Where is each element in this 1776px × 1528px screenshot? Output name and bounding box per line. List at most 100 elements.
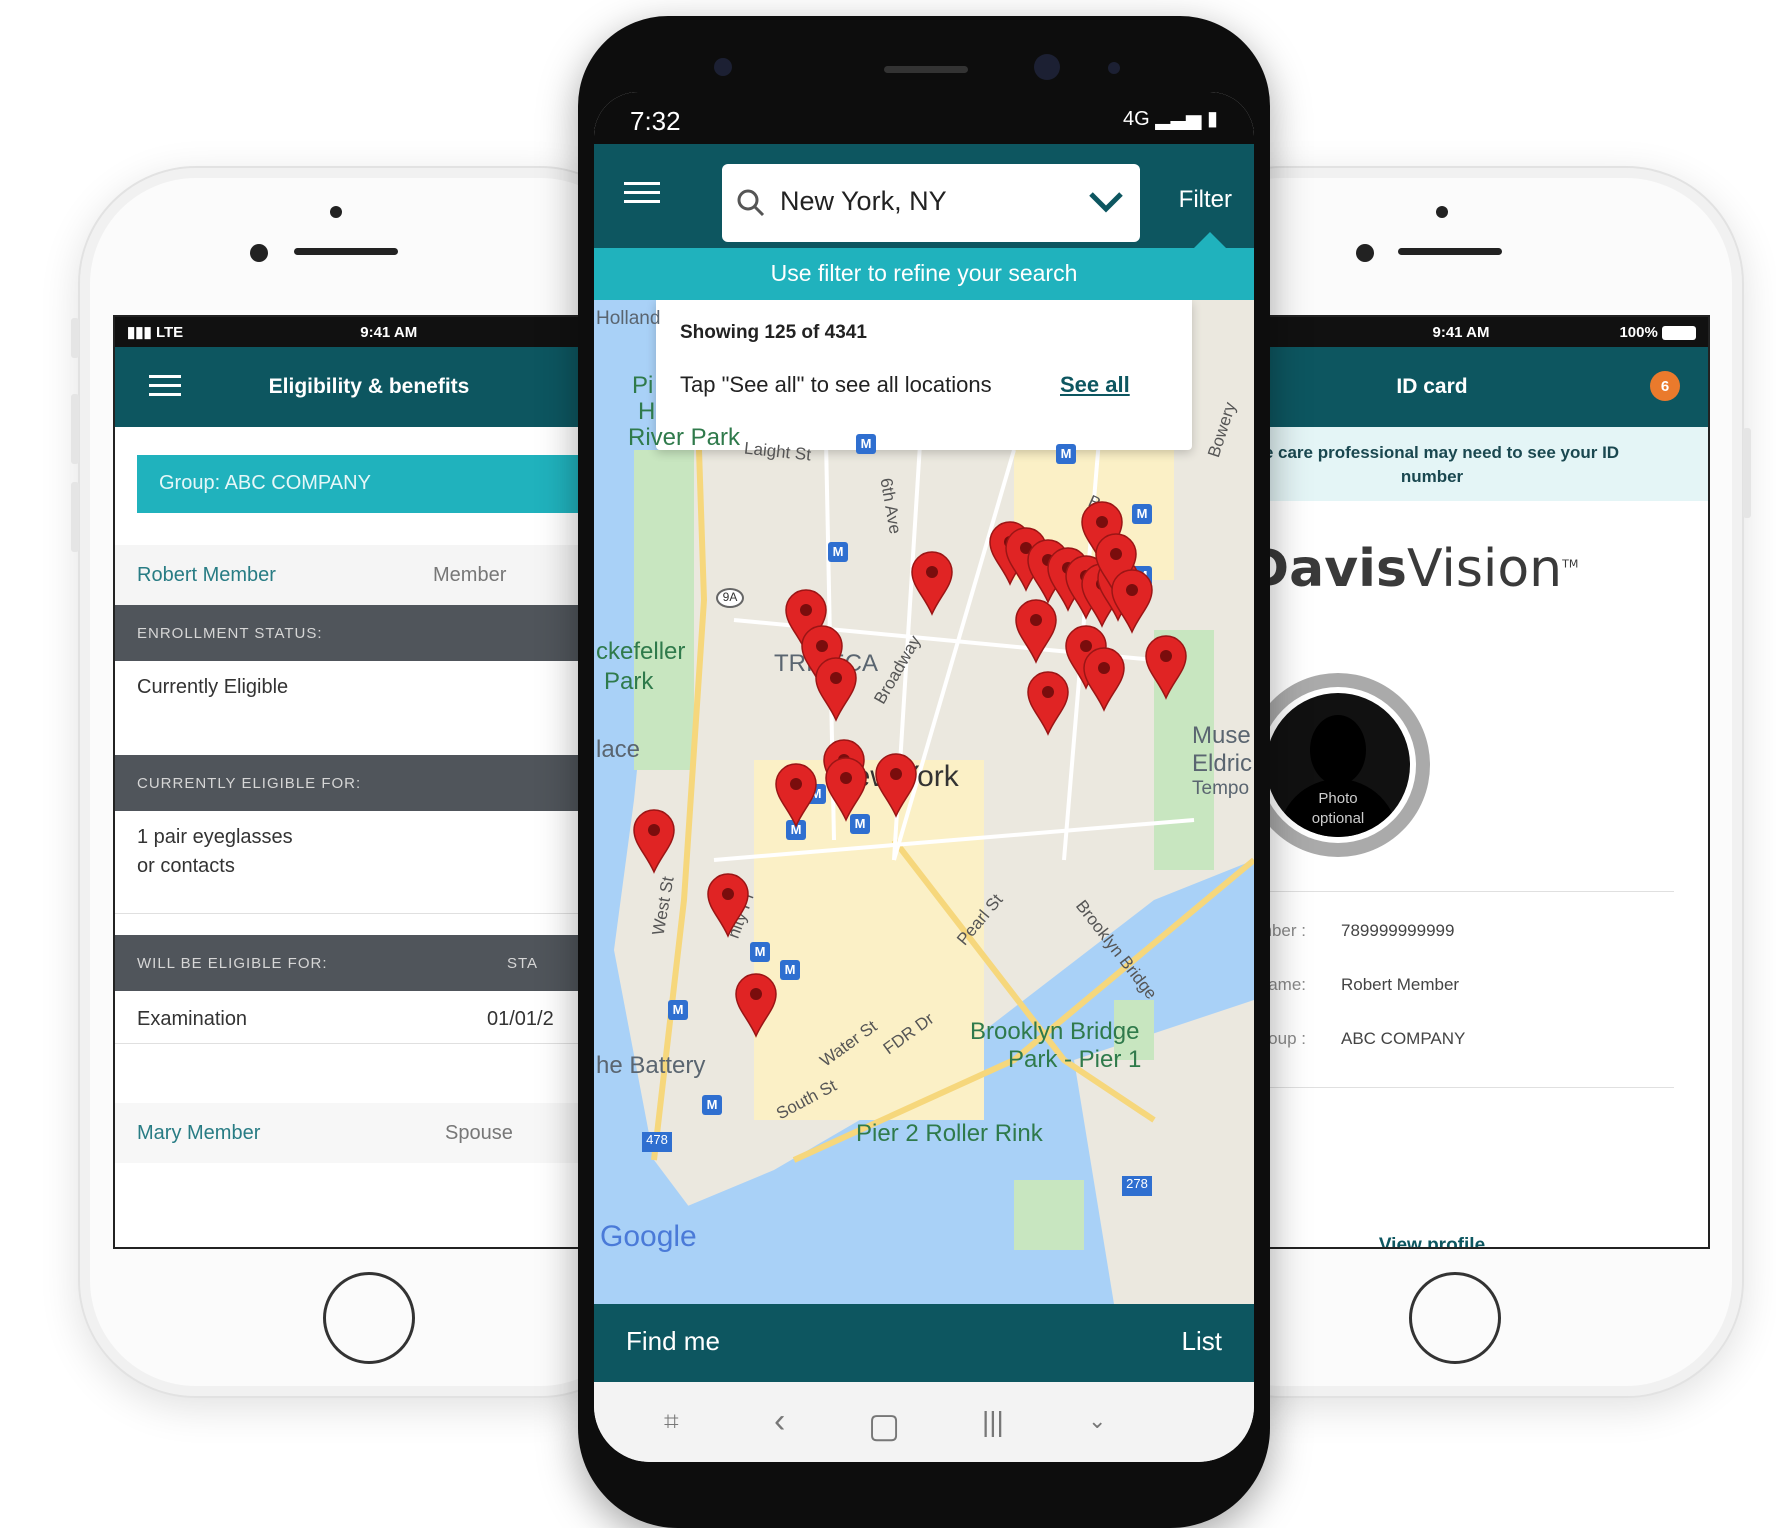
see-all-hint: Tap "See all" to see all locations <box>680 372 992 397</box>
location-pin-icon[interactable] <box>910 550 954 616</box>
member-name: Robert Member <box>137 563 276 586</box>
logo-trademark: TM <box>1562 557 1579 571</box>
subway-station-icon[interactable]: M <box>1056 444 1076 464</box>
mute-switch <box>71 318 79 358</box>
notification-badge[interactable]: 6 <box>1650 371 1680 401</box>
location-pin-icon[interactable] <box>824 756 868 822</box>
will-be-eligible-date: 01/01/2 <box>487 1008 554 1030</box>
map-label: Brooklyn Bridge <box>970 1018 1140 1045</box>
see-all-link[interactable]: See all <box>1060 372 1130 398</box>
find-me-button[interactable]: Find me <box>626 1326 720 1357</box>
power-button <box>1743 428 1751 518</box>
map-label: ckefeller <box>596 638 686 665</box>
location-pin-icon[interactable] <box>1014 598 1058 664</box>
location-pin-icon[interactable] <box>706 872 750 938</box>
member-row[interactable]: Robert Member Member <box>115 545 623 605</box>
home-button[interactable] <box>1409 1272 1501 1364</box>
location-pin-icon[interactable] <box>814 656 858 722</box>
hide-keyboard-icon[interactable]: ⌄ <box>1088 1408 1106 1434</box>
earpiece-speaker <box>1398 248 1502 255</box>
filter-button[interactable]: Filter <box>1179 186 1232 214</box>
subway-station-icon[interactable]: M <box>668 1000 688 1020</box>
member-role: Spouse <box>445 1121 513 1144</box>
group-value: ABC COMPANY <box>1341 1029 1466 1048</box>
map-label: Pier 2 Roller Rink <box>856 1120 1043 1147</box>
location-pin-icon[interactable] <box>1110 568 1154 634</box>
subway-station-icon[interactable]: M <box>702 1095 722 1115</box>
back-icon[interactable]: ‹ <box>774 1402 785 1441</box>
location-pin-icon[interactable] <box>874 752 918 818</box>
volume-down-button <box>71 482 79 552</box>
will-be-eligible-header: WILL BE ELIGIBLE FOR: STA <box>115 935 623 991</box>
map-label: lace <box>596 736 641 763</box>
logo-wordmark: DavisVisionTM <box>1246 539 1578 599</box>
enrollment-status-header: ENROLLMENT STATUS: <box>115 605 623 661</box>
battery-percent: 100% <box>1619 323 1658 341</box>
hamburger-menu-icon[interactable] <box>624 182 660 204</box>
group-banner: Group: ABC COMPANY <box>137 455 623 513</box>
map-label: Pi <box>632 372 654 399</box>
front-camera <box>1356 244 1374 262</box>
battery-icon <box>1662 325 1696 340</box>
member-role: Member <box>433 563 507 586</box>
location-pin-icon[interactable] <box>1082 646 1126 712</box>
subway-station-icon[interactable]: M <box>828 542 848 562</box>
route-278-shield: 278 <box>1122 1176 1152 1196</box>
subway-station-icon[interactable]: M <box>750 942 770 962</box>
left-screen: ▮▮▮ LTE 9:41 AM 10 Eligibility & benefit… <box>113 315 625 1249</box>
map-label: he Battery <box>596 1052 706 1079</box>
route-478-shield: 478 <box>642 1132 672 1152</box>
map-label: Park <box>604 668 654 695</box>
person-silhouette-icon: Photo optional <box>1266 693 1410 837</box>
photo-label: Photo <box>1318 790 1358 807</box>
enrollment-status-value: Currently Eligible <box>137 676 289 698</box>
member-row[interactable]: Mary Member Spouse <box>115 1103 623 1163</box>
location-pin-icon[interactable] <box>774 762 818 828</box>
chevron-down-icon[interactable] <box>1088 190 1124 214</box>
recents-icon[interactable]: ||| <box>982 1406 1004 1438</box>
location-pin-icon[interactable] <box>1144 634 1188 700</box>
iris-scanner <box>1034 54 1060 80</box>
subway-station-icon[interactable]: M <box>780 960 800 980</box>
network-label: LTE <box>155 324 184 341</box>
logo-vision: Vision <box>1406 539 1563 599</box>
will-be-eligible-label: WILL BE ELIGIBLE FOR: <box>137 955 328 972</box>
location-pin-icon[interactable] <box>632 808 676 874</box>
eligible-line-1: 1 pair eyeglasses <box>137 826 293 848</box>
location-search-input[interactable]: New York, NY <box>722 164 1140 242</box>
location-pin-icon[interactable] <box>1026 670 1070 736</box>
map-label: Muse <box>1192 722 1251 749</box>
avatar[interactable]: Photo optional <box>1246 673 1430 857</box>
hamburger-menu-icon[interactable] <box>149 375 181 397</box>
network-label: 4G <box>1123 108 1150 130</box>
signal-icon: ▮▮▮ <box>127 324 156 341</box>
status-time: 9:41 AM <box>360 323 418 341</box>
status-icons: 4G ▂▃▅ ▮ <box>1123 106 1218 131</box>
list-button[interactable]: List <box>1182 1326 1222 1357</box>
proximity-sensor <box>330 206 342 218</box>
page-title: ID card <box>1396 375 1468 398</box>
subway-station-icon[interactable]: M <box>1132 504 1152 524</box>
subway-station-icon[interactable]: M <box>856 434 876 454</box>
map-view[interactable]: Showing 125 of 4341 Tap "See all" to see… <box>594 300 1254 1304</box>
results-count: Showing 125 of 4341 <box>680 322 867 343</box>
location-pin-icon[interactable] <box>734 972 778 1038</box>
battery-icon: ▮ <box>1206 108 1218 130</box>
earpiece-speaker <box>294 248 398 255</box>
member-name: Mary Member <box>137 1121 261 1144</box>
map-label: Eldric <box>1192 750 1253 777</box>
page-title: Eligibility & benefits <box>268 375 470 398</box>
optional-label: optional <box>1311 810 1365 827</box>
status-bar: 7:32 4G ▂▃▅ ▮ <box>594 92 1254 144</box>
map-label: River Park <box>628 424 741 451</box>
map-label: Tempo <box>1192 778 1250 799</box>
status-time: 9:41 AM <box>1432 323 1490 341</box>
front-camera <box>250 244 268 262</box>
earpiece-speaker <box>884 66 968 73</box>
home-button[interactable] <box>323 1272 415 1364</box>
map-label: Park - Pier 1 <box>1008 1046 1142 1073</box>
home-icon[interactable]: ▢ <box>868 1406 900 1446</box>
scan-icon[interactable]: ⌗ <box>664 1406 679 1438</box>
filter-hint: Use filter to refine your search <box>594 248 1254 300</box>
google-logo: Google <box>600 1220 697 1253</box>
